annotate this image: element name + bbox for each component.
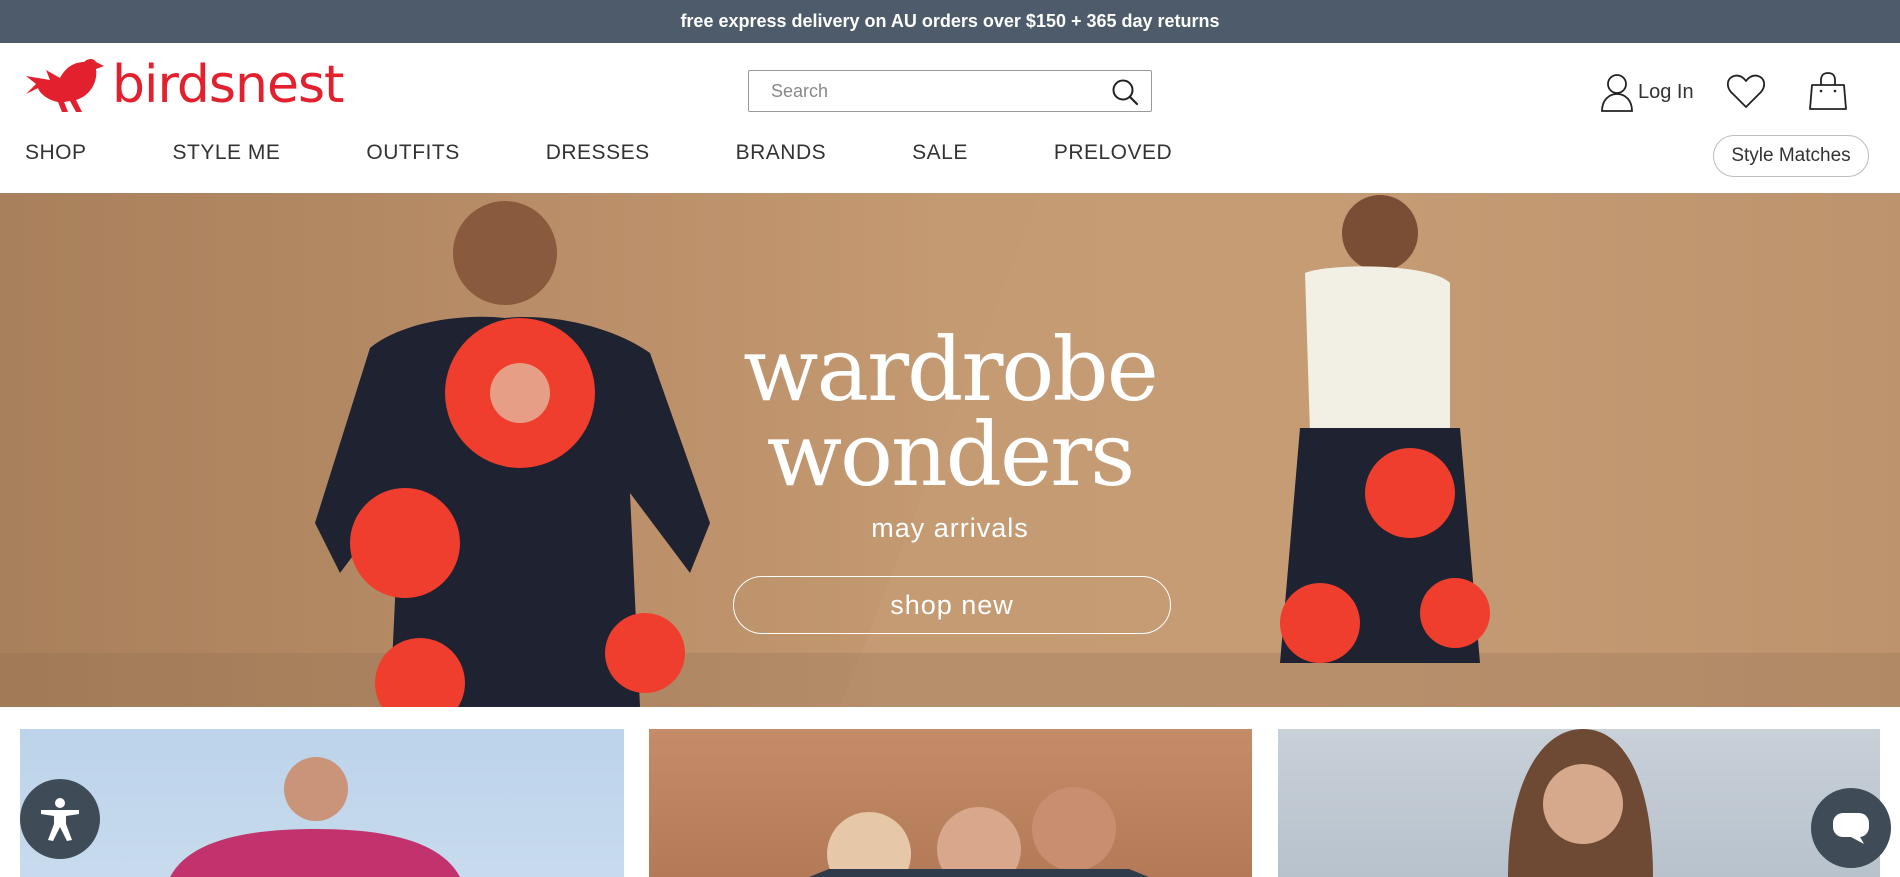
promo-tile-3-image [1508, 729, 1653, 877]
nav-item-outfits[interactable]: OUTFITS [366, 141, 459, 171]
promo-bar: free express delivery on AU orders over … [0, 0, 1900, 43]
search-box [748, 70, 1152, 112]
accessibility-icon [41, 798, 79, 841]
hero-banner[interactable]: wardrobe wonders may arrivals shop new [0, 193, 1900, 707]
hero-subtitle: may arrivals [871, 513, 1029, 543]
promo-tile-1-image [170, 757, 460, 877]
nav-item-sale[interactable]: SALE [912, 141, 968, 171]
nav-item-brands[interactable]: BRANDS [736, 141, 827, 171]
search-icon[interactable] [1111, 78, 1139, 106]
style-matches-button[interactable]: Style Matches [1713, 135, 1869, 177]
site-header: birdsnest Log In SHOP STYLE ME OUTFITS D… [0, 43, 1900, 193]
login-label: Log In [1638, 80, 1694, 103]
nav-item-style-me[interactable]: STYLE ME [173, 141, 281, 171]
chat-button[interactable] [1811, 788, 1891, 868]
nav-item-dresses[interactable]: DRESSES [546, 141, 650, 171]
logo-wordmark: birdsnest [112, 55, 344, 115]
main-nav: SHOP STYLE ME OUTFITS DRESSES BRANDS SAL… [25, 141, 1258, 171]
promo-tile-3[interactable] [1278, 729, 1880, 877]
logo-link[interactable]: birdsnest [24, 55, 344, 115]
promo-tile-2[interactable] [649, 729, 1252, 877]
promo-tile-2-image [809, 787, 1149, 877]
promo-text: free express delivery on AU orders over … [680, 11, 1220, 31]
shop-new-button[interactable]: shop new [733, 576, 1171, 634]
login-link[interactable]: Log In [1600, 71, 1694, 113]
chat-icon [1833, 813, 1869, 844]
nav-item-shop[interactable]: SHOP [25, 141, 87, 171]
search-input[interactable] [749, 71, 1089, 111]
shopping-bag-icon[interactable] [1808, 71, 1848, 111]
heart-icon[interactable] [1726, 73, 1766, 109]
hero-title-line2: wonders [766, 403, 1136, 506]
nav-item-preloved[interactable]: PRELOVED [1054, 141, 1172, 171]
accessibility-button[interactable] [20, 779, 100, 859]
bird-logo-icon [26, 59, 104, 112]
user-icon [1601, 74, 1633, 112]
promo-tile-1[interactable] [20, 729, 624, 877]
